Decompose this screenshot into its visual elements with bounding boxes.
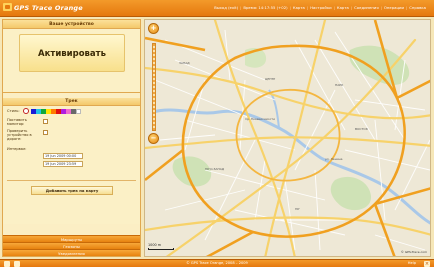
left-tabs: Маршруты Геозоны Уведомления	[3, 235, 140, 256]
color-swatch[interactable]	[76, 109, 81, 114]
app-window: GPS Trace Orange Выход (exit) | Время: 14…	[0, 0, 434, 267]
activate-button[interactable]: Активировать	[19, 34, 125, 72]
nav-exit[interactable]: Выход (exit)	[212, 5, 240, 10]
top-nav: Выход (exit) | Время: 14:17:55 (+02) | Кар…	[212, 5, 428, 10]
zoom-control: + −	[148, 23, 160, 144]
zoom-in-button[interactable]: +	[148, 23, 159, 34]
divider	[7, 180, 136, 181]
brand-logo: GPS Trace Orange	[3, 3, 83, 12]
svg-text:ВОСТОК: ВОСТОК	[355, 127, 369, 131]
monitor-label: Поставить монитор:	[7, 118, 27, 127]
map-view[interactable]: ЗАПАД ЦЕНТР ПАРК ВОСТОК ЮГО-ЗАПАД ЮГ пр. Нез…	[144, 19, 431, 257]
interval-label: Интервал:	[7, 147, 27, 151]
left-panel: Ваше устройство Активировать Трек Стиль:…	[2, 19, 141, 257]
scale-label: 1000 m	[148, 243, 162, 247]
svg-text:пр. Независимости: пр. Независимости	[245, 117, 275, 121]
nav-map-2[interactable]: Карта	[335, 5, 351, 10]
track-panel-title: Трек	[3, 98, 140, 106]
date-to-input[interactable]: 19 Jun 2009 23:59	[43, 161, 83, 167]
monitor-checkbox[interactable]	[43, 119, 48, 124]
footer-copyright: © GPS Trace Orange, 2008 – 2009	[186, 261, 248, 265]
track-panel: Трек Стиль: Поставить монитор: Проверить…	[3, 98, 140, 224]
tab-routes[interactable]: Маршруты	[3, 235, 140, 242]
check-device-checkbox[interactable]	[43, 130, 48, 135]
brand-name: GPS Trace Orange	[14, 4, 83, 12]
svg-text:ул. Ленина: ул. Ленина	[325, 157, 343, 161]
color-radio[interactable]	[23, 108, 29, 114]
add-track-button[interactable]: Добавить трек на карту	[31, 186, 113, 195]
bottom-bar: © GPS Trace Orange, 2008 – 2009 Help ×	[0, 259, 434, 267]
color-palette[interactable]	[31, 109, 81, 114]
map-copyright: © GPS-Trace.com	[400, 250, 427, 254]
logo-icon	[3, 3, 12, 11]
zoom-out-button[interactable]: −	[148, 133, 159, 144]
check-device-label: Проверить устройство в дороге:	[7, 129, 32, 142]
city-map[interactable]: ЗАПАД ЦЕНТР ПАРК ВОСТОК ЮГО-ЗАПАД ЮГ пр. Нез…	[145, 20, 431, 257]
device-panel: Ваше устройство Активировать	[3, 20, 140, 93]
nav-help[interactable]: Справка	[407, 5, 428, 10]
svg-text:ЮГ: ЮГ	[295, 207, 300, 211]
top-bar: GPS Trace Orange Выход (exit) | Время: 14…	[0, 0, 434, 17]
close-icon[interactable]: ×	[424, 261, 430, 267]
nav-time: Время: 14:17:55 (+02)	[243, 5, 288, 10]
device-panel-title: Ваше устройство	[3, 20, 140, 29]
scale-bar	[148, 248, 174, 250]
svg-text:ЦЕНТР: ЦЕНТР	[265, 77, 275, 81]
zoom-slider[interactable]	[152, 43, 156, 131]
help-link[interactable]: Help	[408, 261, 416, 265]
nav-map[interactable]: Карта	[291, 5, 307, 10]
date-from-input[interactable]: 19 Jun 2009 00:00	[43, 153, 83, 159]
nav-operations[interactable]: Операции	[382, 5, 406, 10]
svg-text:ПАРК: ПАРК	[335, 83, 344, 87]
tab-geofences[interactable]: Геозоны	[3, 242, 140, 249]
map-scale: 1000 m	[148, 243, 174, 250]
nav-connections[interactable]: Соединения	[352, 5, 380, 10]
svg-text:ЮГО-ЗАПАД: ЮГО-ЗАПАД	[205, 167, 225, 171]
color-label: Стиль:	[7, 109, 20, 113]
tab-notifications[interactable]: Уведомления	[3, 249, 140, 256]
svg-text:ЗАПАД: ЗАПАД	[179, 61, 190, 65]
nav-settings[interactable]: Настройки	[308, 5, 333, 10]
